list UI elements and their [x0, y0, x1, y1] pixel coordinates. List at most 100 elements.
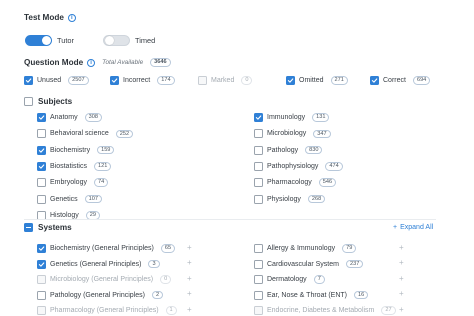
subject-biochemistry-label: Biochemistry	[50, 146, 91, 154]
question-mode-omitted-checkbox[interactable]	[286, 76, 295, 85]
expand-plus-icon[interactable]: +	[187, 259, 192, 267]
subject-pathophysiology[interactable]: Pathophysiology 474	[254, 161, 343, 171]
timed-switch[interactable]	[103, 35, 130, 46]
subject-biostatistics-count: 121	[93, 162, 112, 171]
subject-microbiology-checkbox[interactable]	[254, 129, 263, 139]
subject-embryology-checkbox[interactable]	[37, 178, 46, 188]
system-microbiology-general-principles-label: Microbiology (General Principles)	[50, 276, 154, 283]
system-allergy-immunology[interactable]: Allergy & Immunology 79	[254, 244, 357, 253]
expand-all-button[interactable]: + Expand All	[393, 224, 433, 231]
system-genetics-general-principles[interactable]: Genetics (General Principles) 3	[37, 259, 160, 269]
subject-biostatistics-checkbox[interactable]	[37, 161, 46, 171]
expand-plus-icon[interactable]: +	[187, 243, 192, 252]
expand-plus-icon[interactable]: +	[399, 290, 404, 298]
question-mode-heading: Question Mode i Total Available 3646	[24, 58, 171, 67]
subject-pathophysiology-label: Pathophysiology	[267, 162, 319, 170]
systems-header[interactable]: Systems	[24, 223, 72, 232]
system-biochemistry-general-principles-checkbox[interactable]	[37, 244, 46, 253]
subjects-select-all-checkbox[interactable]	[24, 97, 33, 106]
test-mode-heading: Test Mode i	[24, 13, 76, 22]
system-cardiovascular-system-count: 237	[345, 259, 364, 269]
system-allergy-immunology-checkbox[interactable]	[254, 244, 263, 253]
system-endocrine-diabetes-metabolism-count: 27	[381, 306, 396, 315]
system-cardiovascular-system[interactable]: Cardiovascular System 237	[254, 259, 364, 269]
subject-embryology[interactable]: Embryology 74	[37, 178, 109, 188]
question-mode-incorrect[interactable]: Incorrect 174	[110, 76, 175, 85]
total-available-count: 3646	[150, 58, 171, 67]
subject-biostatistics[interactable]: Biostatistics 121	[37, 161, 112, 171]
subject-histology-label: Histology	[50, 211, 79, 219]
subject-genetics-checkbox[interactable]	[37, 194, 46, 204]
system-biochemistry-general-principles-count: 65	[160, 244, 176, 253]
tutor-switch[interactable]	[25, 35, 52, 46]
question-mode-correct-checkbox[interactable]	[370, 76, 379, 85]
systems-select-all-checkbox[interactable]	[24, 223, 33, 232]
total-available-label: Total Available	[102, 59, 144, 66]
subject-pathology-checkbox[interactable]	[254, 145, 263, 155]
system-allergy-immunology-count: 79	[342, 244, 357, 253]
system-pathology-general-principles[interactable]: Pathology (General Principles) 2	[37, 290, 164, 300]
system-pharmacology-general-principles-label: Pharmacology (General Principles)	[50, 307, 159, 314]
subject-biochemistry[interactable]: Biochemistry 159	[37, 145, 115, 155]
subject-behavioral-science-count: 252	[115, 129, 134, 139]
question-mode-incorrect-checkbox[interactable]	[110, 76, 119, 85]
system-ear-nose-throat-ent[interactable]: Ear, Nose & Throat (ENT) 16	[254, 290, 369, 300]
expand-plus-icon[interactable]: +	[187, 274, 192, 283]
info-icon[interactable]: i	[87, 58, 96, 67]
subject-anatomy-checkbox[interactable]	[37, 113, 46, 122]
subject-pharmacology[interactable]: Pharmacology 546	[254, 178, 337, 188]
subject-pathophysiology-checkbox[interactable]	[254, 161, 263, 171]
test-mode-title: Test Mode	[24, 13, 64, 22]
subject-genetics-label: Genetics	[50, 195, 78, 203]
system-ear-nose-throat-ent-checkbox[interactable]	[254, 290, 263, 300]
question-mode-unused-checkbox[interactable]	[24, 76, 33, 85]
subject-biostatistics-label: Biostatistics	[50, 162, 87, 170]
subject-pathology-count: 830	[305, 145, 323, 155]
system-dermatology[interactable]: Dermatology 7	[254, 275, 325, 284]
system-dermatology-checkbox[interactable]	[254, 275, 263, 284]
system-genetics-general-principles-checkbox[interactable]	[37, 259, 46, 269]
expand-plus-icon[interactable]: +	[187, 305, 192, 314]
question-mode-unused[interactable]: Unused 2507	[24, 76, 89, 85]
system-dermatology-count: 7	[313, 275, 325, 284]
question-mode-correct-label: Correct	[383, 77, 406, 84]
timed-toggle[interactable]: Timed	[103, 35, 155, 46]
subject-immunology-count: 131	[312, 113, 330, 122]
tutor-toggle[interactable]: Tutor	[25, 35, 74, 46]
subject-behavioral-science-checkbox[interactable]	[37, 129, 46, 139]
subject-behavioral-science[interactable]: Behavioral science 252	[37, 129, 134, 139]
question-mode-correct[interactable]: Correct 694	[370, 76, 431, 85]
subject-immunology-label: Immunology	[267, 114, 306, 121]
system-endocrine-diabetes-metabolism-checkbox	[254, 306, 263, 315]
question-mode-correct-count: 694	[412, 76, 431, 85]
subjects-header[interactable]: Subjects	[24, 97, 72, 106]
subject-immunology-checkbox[interactable]	[254, 113, 263, 122]
system-biochemistry-general-principles[interactable]: Biochemistry (General Principles) 65	[37, 244, 176, 253]
subject-pharmacology-label: Pharmacology	[267, 179, 312, 187]
subject-biochemistry-checkbox[interactable]	[37, 145, 46, 155]
subject-pathology[interactable]: Pathology 830	[254, 145, 323, 155]
subject-pharmacology-count: 546	[318, 178, 337, 187]
question-mode-omitted[interactable]: Omitted 271	[286, 76, 348, 85]
subject-physiology-checkbox[interactable]	[254, 194, 263, 204]
expand-plus-icon[interactable]: +	[399, 243, 404, 252]
subject-anatomy[interactable]: Anatomy 308	[37, 113, 102, 122]
expand-plus-icon[interactable]: +	[187, 290, 192, 298]
subject-microbiology[interactable]: Microbiology 347	[254, 129, 331, 139]
expand-plus-icon[interactable]: +	[399, 305, 404, 314]
system-pathology-general-principles-checkbox[interactable]	[37, 290, 46, 300]
expand-plus-icon[interactable]: +	[399, 259, 404, 267]
subject-genetics-count: 107	[84, 194, 102, 204]
system-microbiology-general-principles: Microbiology (General Principles) 0	[37, 275, 172, 284]
subject-pathophysiology-count: 474	[325, 162, 343, 171]
subject-pharmacology-checkbox[interactable]	[254, 178, 263, 188]
system-cardiovascular-system-checkbox[interactable]	[254, 259, 263, 269]
system-ear-nose-throat-ent-label: Ear, Nose & Throat (ENT)	[267, 291, 348, 299]
info-icon[interactable]: i	[67, 13, 76, 22]
system-pharmacology-general-principles-checkbox	[37, 306, 46, 315]
subject-immunology[interactable]: Immunology 131	[254, 113, 330, 122]
expand-plus-icon[interactable]: +	[399, 274, 404, 283]
system-endocrine-diabetes-metabolism-label: Endocrine, Diabetes & Metabolism	[267, 307, 375, 314]
subject-physiology[interactable]: Physiology 268	[254, 194, 326, 204]
subject-genetics[interactable]: Genetics 107	[37, 194, 102, 204]
